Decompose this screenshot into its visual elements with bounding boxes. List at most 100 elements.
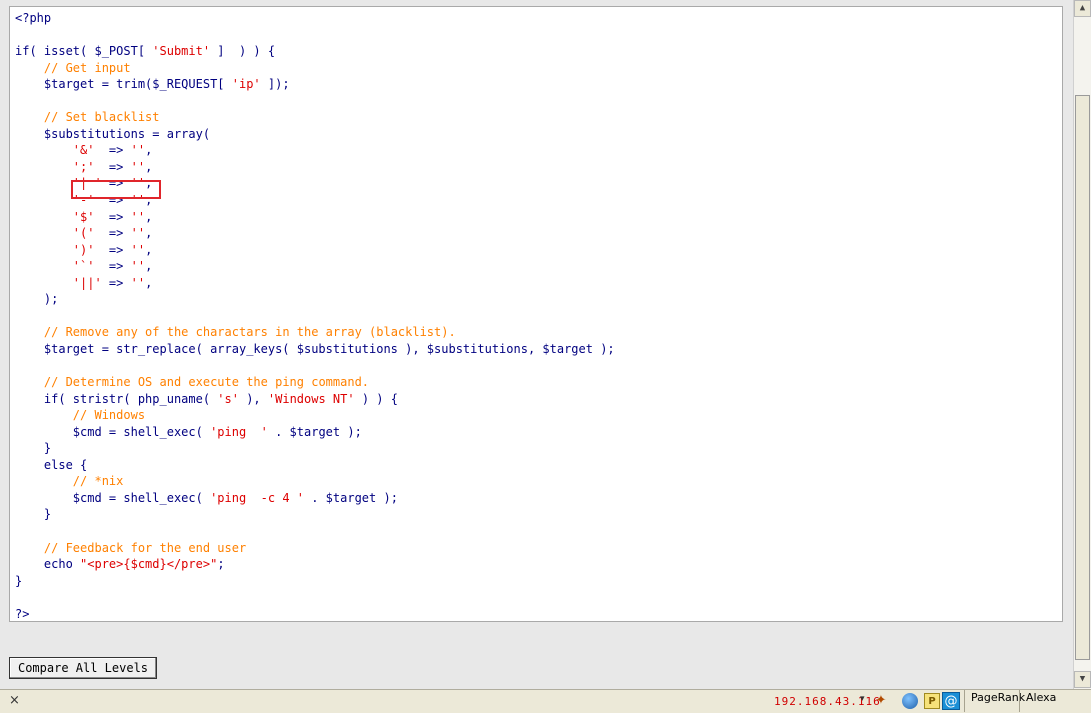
code-line: echo "<pre>{$cmd}</pre>"; — [15, 556, 615, 573]
code-line: // Windows — [15, 407, 615, 424]
code-token: => — [101, 275, 131, 290]
code-line: '`' => '', — [15, 258, 615, 275]
code-token: if( isset( $_POST[ — [15, 44, 153, 59]
scroll-down-arrow-icon[interactable]: ▼ — [1074, 671, 1091, 688]
code-token: 'Submit' — [152, 44, 211, 59]
code-token: '' — [130, 259, 146, 274]
code-line: // Remove any of the charactars in the a… — [15, 324, 615, 341]
ip-dropdown-icon[interactable]: ▾ — [860, 694, 865, 704]
code-token: 'Windows NT' — [267, 391, 355, 406]
code-token: $target = str_replace( array_keys( $subs… — [15, 341, 615, 356]
code-token: else { — [15, 457, 88, 472]
code-line: } — [15, 440, 615, 457]
code-line: ')' => '', — [15, 242, 615, 259]
code-token: => — [94, 226, 131, 241]
code-line: // *nix — [15, 473, 615, 490]
code-token: // Get input — [43, 60, 131, 75]
code-token: $target = trim($_REQUEST[ — [15, 77, 232, 92]
code-line: else { — [15, 457, 615, 474]
code-token: ) ) { — [354, 391, 398, 406]
code-token: . $target ); — [304, 490, 398, 505]
code-token: , — [145, 275, 153, 290]
close-icon[interactable]: × — [9, 693, 20, 708]
code-token: => — [94, 259, 131, 274]
code-token: } — [15, 507, 52, 522]
code-token: ?> — [15, 606, 30, 621]
code-line: '$' => '', — [15, 209, 615, 226]
browser-status-bar: × 192.168.43.116 ▾ ✦ P @ PageRank Alexa — [0, 689, 1091, 713]
code-token: , — [145, 159, 153, 174]
code-token: // Set blacklist — [43, 110, 160, 125]
code-token: } — [15, 441, 52, 456]
code-token: '' — [130, 209, 146, 224]
pagerank-panel[interactable]: PageRank — [964, 690, 1025, 712]
code-token: . $target ); — [267, 424, 362, 439]
code-line: $substitutions = array( — [15, 126, 615, 143]
code-line: if( isset( $_POST[ 'Submit' ] ) ) { — [15, 43, 615, 60]
code-line: '(' => '', — [15, 225, 615, 242]
code-token: "<pre>{$cmd}</pre>" — [80, 557, 218, 572]
code-line: $target = trim($_REQUEST[ 'ip' ]); — [15, 76, 615, 93]
code-token: ] ) ) { — [210, 44, 276, 59]
globe-icon[interactable] — [902, 693, 918, 709]
code-token: <?php — [15, 11, 52, 25]
code-token: // Determine OS and execute the ping com… — [43, 375, 370, 390]
code-token: ';' — [72, 159, 95, 174]
firefox-extension-icon[interactable]: ✦ — [873, 693, 889, 709]
code-token: '' — [130, 159, 146, 174]
code-token: '&' — [72, 143, 95, 158]
code-line: } — [15, 506, 615, 523]
code-token: , — [145, 209, 153, 224]
code-token: , — [145, 242, 153, 257]
at-sign-icon[interactable]: @ — [942, 692, 960, 710]
vertical-scrollbar[interactable]: ▲ ▼ — [1073, 0, 1091, 689]
code-token: , — [145, 259, 153, 274]
code-line: } — [15, 573, 615, 590]
code-line: // Determine OS and execute the ping com… — [15, 374, 615, 391]
code-line: if( stristr( php_uname( 's' ), 'Windows … — [15, 391, 615, 408]
code-line: ?> — [15, 606, 615, 623]
code-line: <?php — [15, 10, 615, 27]
code-token: $cmd = shell_exec( — [15, 490, 211, 505]
code-line: // Set blacklist — [15, 109, 615, 126]
compare-all-levels-button[interactable]: Compare All Levels — [9, 657, 157, 679]
php-source-code: <?php if( isset( $_POST[ 'Submit' ] ) ) … — [15, 10, 615, 622]
code-token: ), — [238, 391, 268, 406]
code-token: '`' — [72, 259, 95, 274]
code-token: , — [145, 143, 153, 158]
blacklist-highlight-box — [71, 180, 161, 199]
code-line: '||' => '', — [15, 275, 615, 292]
code-token: '' — [130, 275, 146, 290]
code-token: => — [94, 209, 131, 224]
code-token: // Feedback for the end user — [43, 540, 247, 555]
code-token: 'ip' — [231, 77, 261, 92]
code-token: => — [94, 159, 131, 174]
code-token: '||' — [72, 275, 102, 290]
code-token: $cmd = shell_exec( — [15, 424, 211, 439]
alexa-panel[interactable]: Alexa — [1019, 690, 1073, 712]
scroll-thumb[interactable] — [1075, 95, 1090, 660]
code-token: } — [15, 573, 23, 588]
code-token: // Remove any of the charactars in the a… — [43, 325, 456, 340]
pdf-icon[interactable]: P — [924, 693, 940, 709]
scroll-up-arrow-icon[interactable]: ▲ — [1074, 0, 1091, 17]
code-token: 'ping ' — [210, 424, 268, 439]
code-line: '&' => '', — [15, 142, 615, 159]
code-token: ]); — [260, 77, 290, 92]
